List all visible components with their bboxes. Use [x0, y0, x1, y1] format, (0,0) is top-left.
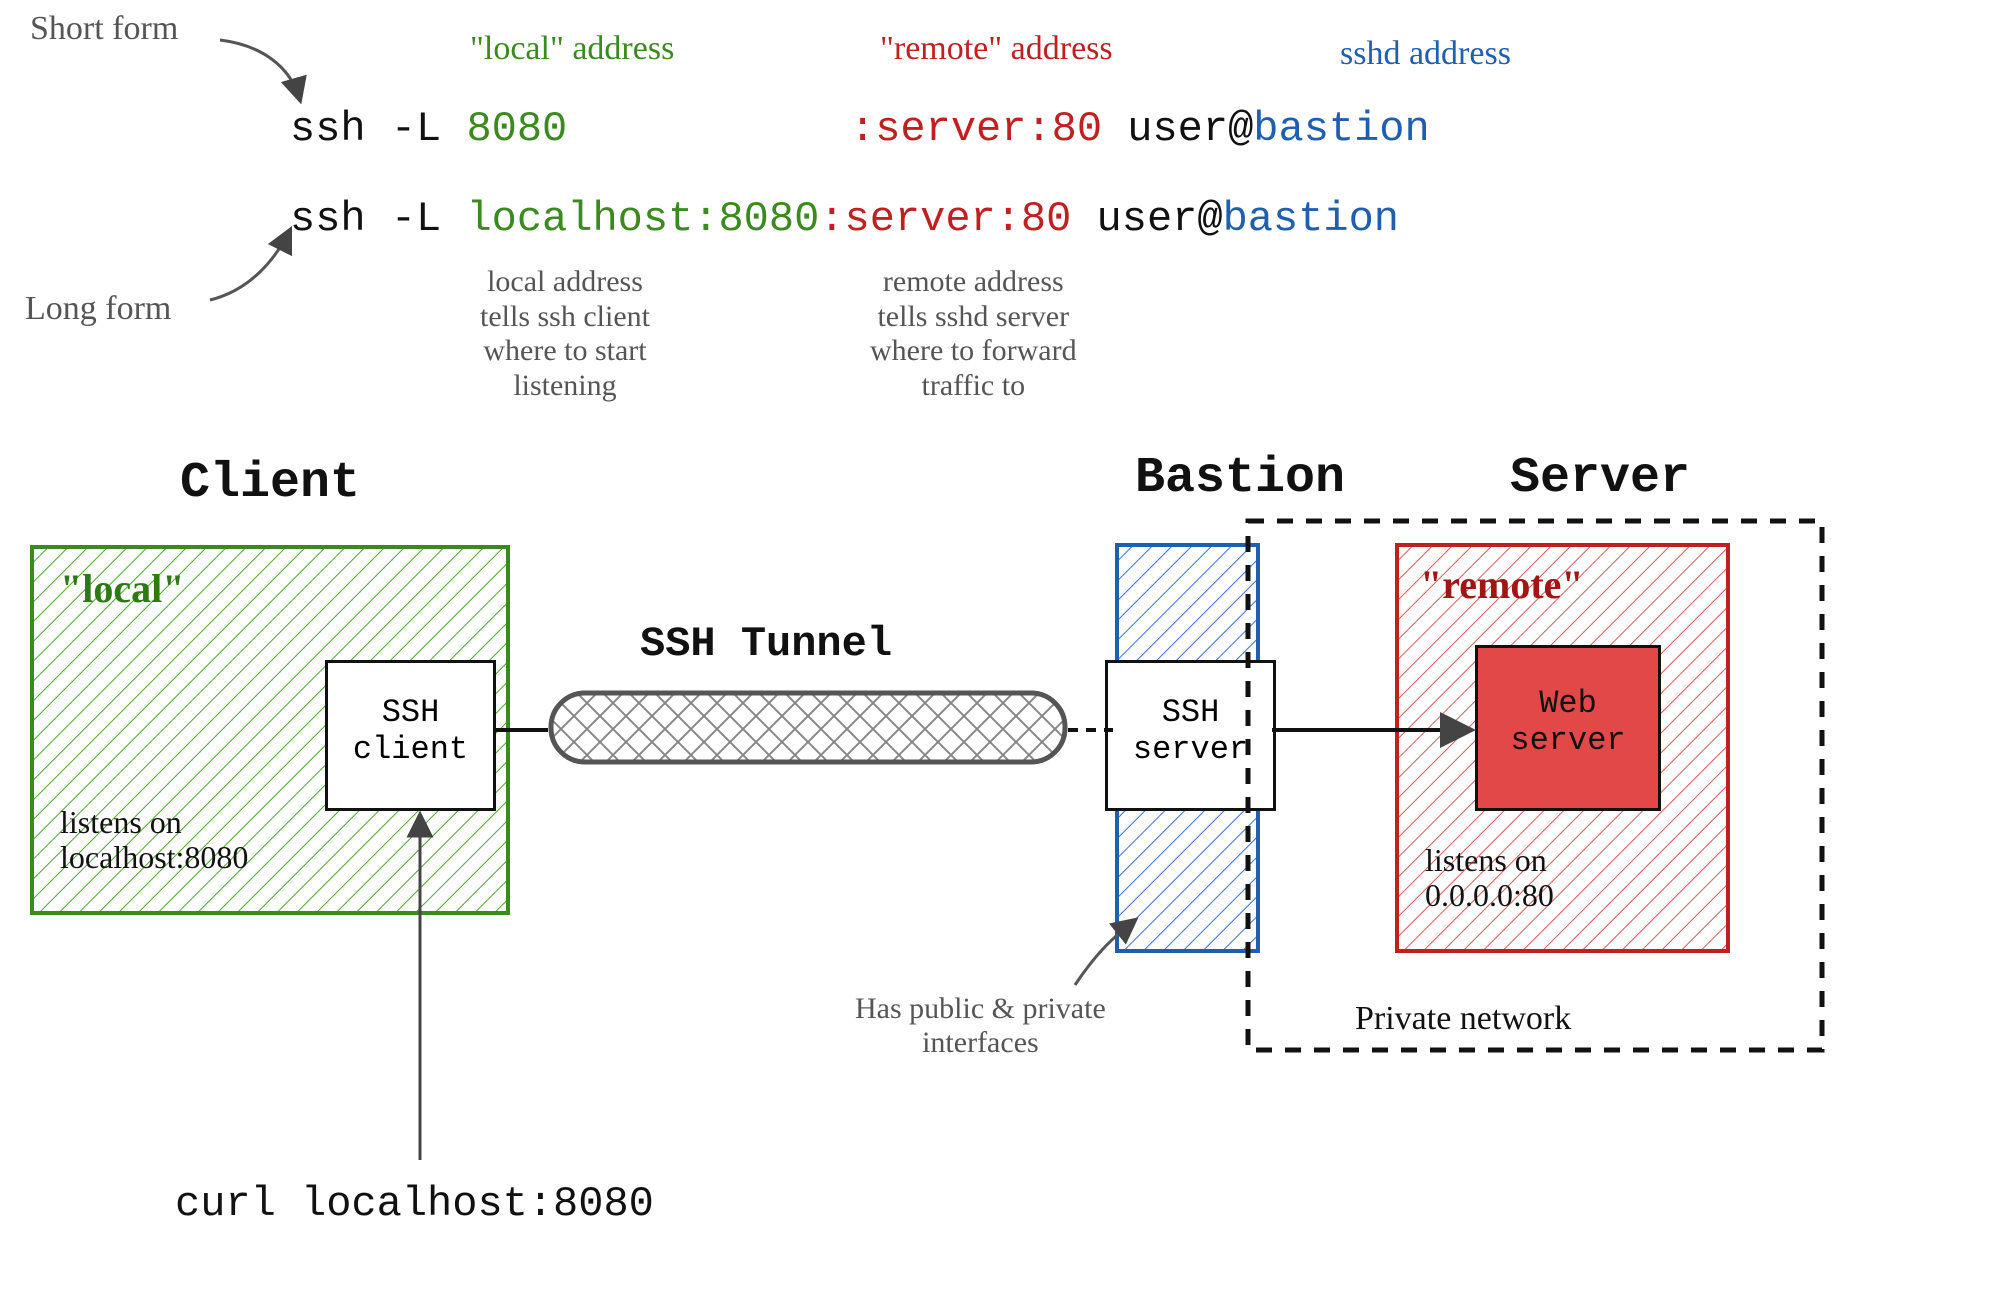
private-network-label: Private network [1355, 1000, 1571, 1038]
ssh-client-label: SSH client [328, 695, 493, 769]
ssh-command-short-tail: :server:80 user@bastion [850, 105, 1430, 153]
long-form-label: Long form [25, 290, 171, 328]
local-listen-text: listens on localhost:8080 [60, 805, 248, 875]
ssh-tunnel-bar [548, 690, 1068, 765]
bastion-title: Bastion [1135, 450, 1345, 507]
bastion-interfaces-note: Has public & private interfaces [855, 992, 1106, 1059]
server-title: Server [1510, 450, 1690, 507]
bastion-long: bastion [1223, 195, 1399, 243]
ssh-client-box: SSH client [325, 660, 496, 811]
ssh-command-short: ssh -L 8080 [290, 105, 567, 153]
curl-command: curl localhost:8080 [175, 1180, 654, 1228]
user-at-short: user@ [1102, 105, 1253, 153]
cmd-prefix-long: ssh -L [290, 195, 466, 243]
ssh-tunnel-label: SSH Tunnel [640, 620, 892, 668]
local-addr-long: localhost:8080 [466, 195, 819, 243]
short-form-arrow [220, 40, 300, 100]
user-at-long: user@ [1071, 195, 1222, 243]
remote-part-long: :server:80 [819, 195, 1071, 243]
ssh-command-long: ssh -L localhost:8080:server:80 user@bas… [290, 195, 1399, 243]
long-form-arrow [210, 230, 290, 300]
remote-address-explanation: remote address tells sshd server where t… [870, 265, 1077, 403]
local-address-heading: "local" address [470, 30, 674, 68]
client-title: Client [180, 455, 360, 512]
private-network-frame [1245, 518, 1825, 1053]
bastion-short: bastion [1253, 105, 1429, 153]
local-address-explanation: local address tells ssh client where to … [480, 265, 650, 403]
sshd-address-heading: sshd address [1340, 35, 1511, 73]
cmd-prefix: ssh -L [290, 105, 466, 153]
local-port-short: 8080 [466, 105, 567, 153]
local-box-label: "local" [60, 565, 184, 612]
short-form-label: Short form [30, 10, 178, 48]
remote-part-short: :server:80 [850, 105, 1102, 153]
remote-address-heading: "remote" address [880, 30, 1113, 68]
